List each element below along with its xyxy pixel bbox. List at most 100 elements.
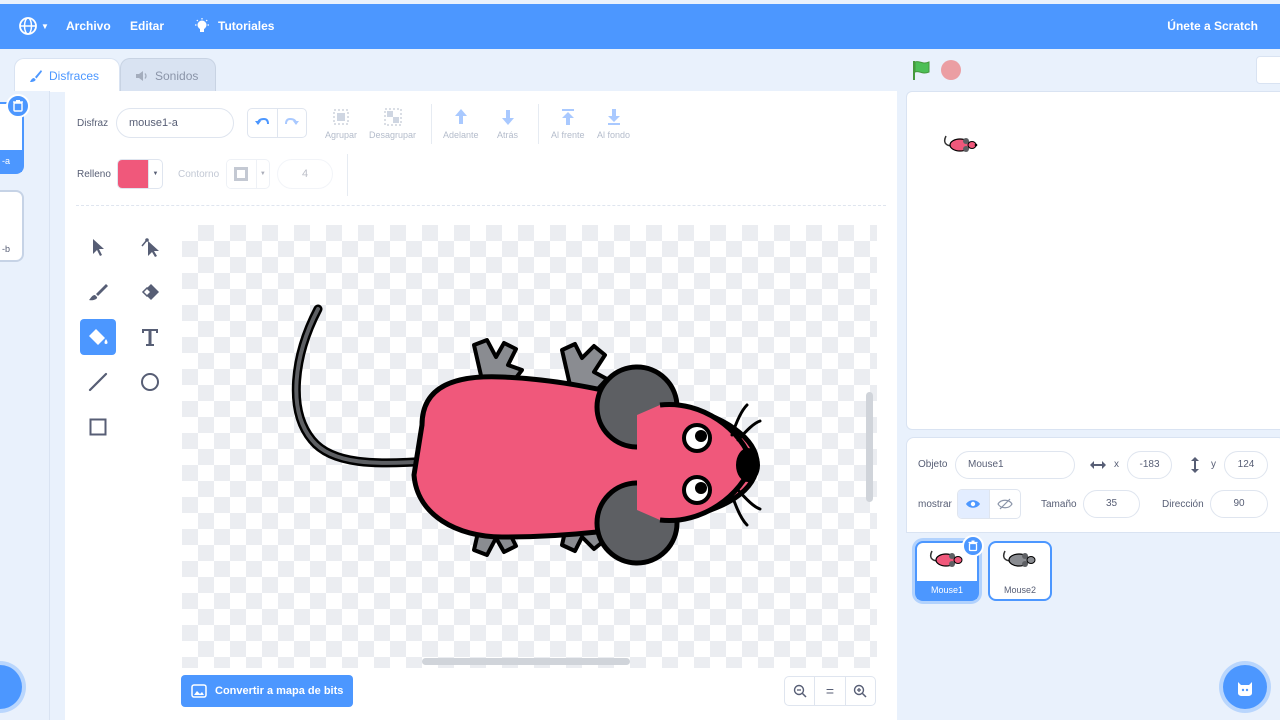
- zoom-reset-button[interactable]: =: [814, 677, 844, 705]
- zoom-out-button[interactable]: [785, 677, 814, 705]
- line-tool[interactable]: [80, 364, 116, 400]
- costume-list: -a -b: [0, 91, 50, 720]
- reshape-tool[interactable]: [132, 229, 168, 265]
- pointer-icon: [93, 239, 104, 256]
- eraser-icon: [141, 284, 159, 300]
- undo-redo-group: [247, 108, 307, 138]
- sprite-tile-label: Mouse1: [917, 581, 977, 599]
- costume-tile-label: -b: [2, 244, 11, 254]
- stage[interactable]: [906, 91, 1280, 430]
- eraser-tool[interactable]: [132, 274, 168, 310]
- to-front-button[interactable]: Al frente: [551, 108, 585, 140]
- ungroup-button[interactable]: Desagrupar: [369, 108, 416, 140]
- brush-icon: [30, 69, 42, 82]
- mouse-sprite[interactable]: [943, 134, 979, 154]
- size-label: Tamaño: [1041, 499, 1077, 510]
- fill-color-picker[interactable]: ▼: [117, 159, 163, 189]
- tab-sounds[interactable]: Sonidos: [120, 58, 216, 92]
- stage-size-toggle[interactable]: [1256, 56, 1280, 84]
- paint-canvas[interactable]: [182, 225, 877, 668]
- outline-label: Contorno: [178, 169, 220, 180]
- direction-label: Dirección: [1162, 499, 1204, 510]
- fill-tool[interactable]: [80, 319, 116, 355]
- cat-icon: [1238, 682, 1252, 696]
- zoom-out-icon: [793, 684, 807, 698]
- toolbar-divider: [538, 104, 539, 144]
- join-scratch-link[interactable]: Únete a Scratch: [1167, 19, 1258, 33]
- to-front-icon: [561, 109, 574, 125]
- zoom-in-button[interactable]: [844, 677, 875, 705]
- delete-sprite-button[interactable]: [962, 535, 984, 557]
- sprite-name-input[interactable]: Mouse1: [955, 451, 1075, 479]
- tab-costumes[interactable]: Disfraces: [14, 58, 120, 92]
- backward-label: Atrás: [497, 130, 519, 140]
- size-input[interactable]: 35: [1083, 490, 1140, 518]
- x-position-input[interactable]: -183: [1127, 451, 1172, 479]
- redo-button[interactable]: [278, 109, 307, 137]
- image-icon: [191, 684, 207, 698]
- horizontal-arrows-icon: [1090, 461, 1106, 469]
- undo-button[interactable]: [248, 109, 278, 137]
- toolbar-divider: [76, 205, 886, 206]
- language-menu[interactable]: ▼: [18, 16, 50, 36]
- text-icon: [142, 329, 158, 346]
- mouse-costume-drawing[interactable]: [182, 225, 877, 668]
- outline-swatch: [227, 160, 256, 188]
- forward-button[interactable]: Adelante: [443, 108, 479, 140]
- redo-icon: [284, 117, 299, 125]
- toolbar-divider: [431, 104, 432, 144]
- menu-edit[interactable]: Editar: [130, 19, 164, 33]
- fill-label: Relleno: [77, 169, 111, 180]
- group-icon: [333, 109, 349, 125]
- canvas-vertical-scrollbar[interactable]: [866, 392, 873, 502]
- trash-icon: [968, 540, 978, 552]
- sprite-thumbnail: [1002, 550, 1036, 567]
- rectangle-tool[interactable]: [80, 409, 116, 445]
- y-position-input[interactable]: 124: [1224, 451, 1268, 479]
- group-button[interactable]: Agrupar: [325, 108, 357, 140]
- direction-input[interactable]: 90: [1210, 490, 1268, 518]
- menu-bar: ▼ Archivo Editar Tutoriales Únete a Scra…: [0, 4, 1280, 49]
- stop-button[interactable]: [941, 60, 961, 80]
- menu-tutorials[interactable]: Tutoriales: [218, 19, 274, 33]
- green-flag-button[interactable]: [910, 59, 932, 81]
- chevron-down-icon: ▼: [148, 160, 162, 188]
- vertical-arrows-icon: [1191, 457, 1199, 473]
- backward-button[interactable]: Atrás: [497, 108, 518, 140]
- convert-to-bitmap-button[interactable]: Convertir a mapa de bits: [181, 675, 353, 707]
- outline-width-input[interactable]: 4: [277, 159, 333, 189]
- sprite-tile-mouse2[interactable]: Mouse2: [988, 541, 1052, 601]
- brush-tool[interactable]: [80, 274, 116, 310]
- to-back-icon: [607, 109, 620, 125]
- eye-icon: [966, 500, 981, 508]
- show-sprite-button[interactable]: [958, 490, 990, 518]
- eye-off-icon: [997, 498, 1013, 510]
- fill-swatch: [118, 160, 148, 188]
- to-front-label: Al frente: [551, 130, 585, 140]
- delete-costume-button[interactable]: [6, 94, 30, 118]
- zoom-controls: =: [784, 676, 876, 706]
- menu-file[interactable]: Archivo: [66, 19, 111, 33]
- costume-name-input[interactable]: mouse1-a: [116, 108, 234, 138]
- costume-tile-label: -a: [0, 150, 22, 172]
- toolbar-divider: [347, 154, 348, 196]
- to-back-button[interactable]: Al fondo: [597, 108, 630, 140]
- canvas-horizontal-scrollbar[interactable]: [422, 658, 630, 665]
- text-tool[interactable]: [132, 319, 168, 355]
- chevron-down-icon: ▼: [255, 160, 269, 188]
- choose-sprite-button[interactable]: [1223, 665, 1267, 709]
- select-tool[interactable]: [80, 229, 116, 265]
- sprite-name-label: Objeto: [918, 459, 948, 470]
- trash-icon: [13, 100, 23, 112]
- tab-sounds-label: Sonidos: [155, 68, 199, 83]
- show-label: mostrar: [918, 499, 952, 510]
- costume-tile[interactable]: -b: [0, 190, 24, 262]
- circle-tool[interactable]: [132, 364, 168, 400]
- arrow-down-icon: [501, 110, 514, 125]
- hide-sprite-button[interactable]: [990, 490, 1021, 518]
- tab-costumes-label: Disfraces: [49, 68, 100, 83]
- chevron-down-icon: ▼: [41, 21, 49, 31]
- outline-color-picker[interactable]: ▼: [226, 159, 270, 189]
- undo-icon: [255, 117, 270, 125]
- speaker-icon: [136, 70, 147, 81]
